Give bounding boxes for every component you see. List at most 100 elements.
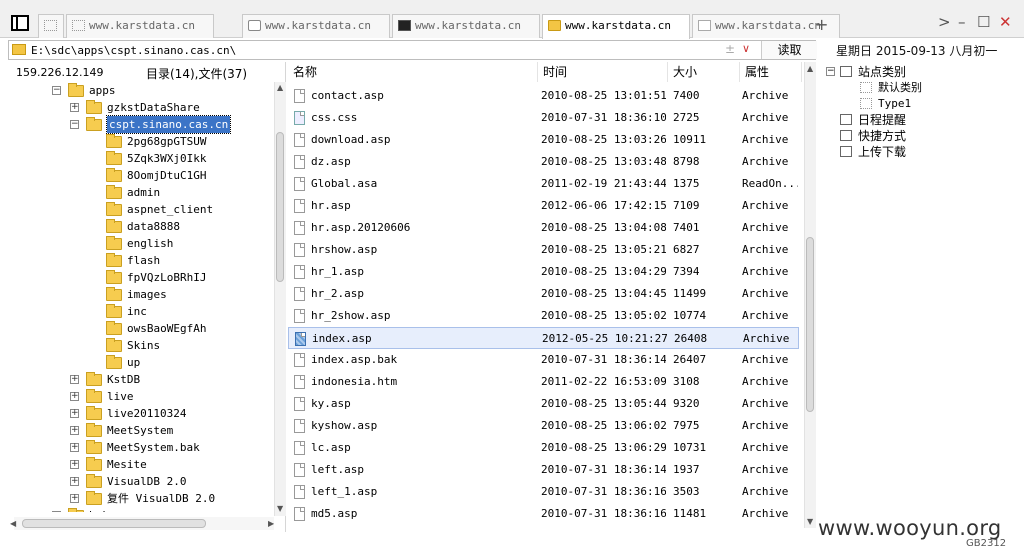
tree-node[interactable]: inc [8, 303, 274, 320]
file-row[interactable]: left.asp 2010-07-31 18:36:14 1937 Archive [288, 459, 799, 481]
file-row[interactable]: Global.asa 2011-02-19 21:43:44 1375 ReadOn.… [288, 173, 799, 195]
tree-node[interactable]: + KstDB [8, 371, 274, 388]
file-row[interactable]: kyshow.asp 2010-08-25 13:06:02 7975 Archive [288, 415, 799, 437]
expand-icon[interactable]: + [70, 375, 79, 384]
tree-hscroll-thumb[interactable] [22, 519, 206, 528]
collapse-icon[interactable]: − [70, 120, 79, 129]
file-row[interactable]: contact.asp 2010-08-25 13:01:51 7400 Archiv… [288, 85, 799, 107]
tab-3[interactable]: www.karstdata.cn [392, 14, 540, 38]
file-row[interactable]: download.asp 2010-08-25 13:03:26 10911 Arch… [288, 129, 799, 151]
file-row[interactable]: hrshow.asp 2010-08-25 13:05:21 6827 Archive [288, 239, 799, 261]
expand-icon[interactable]: + [70, 477, 79, 486]
file-row[interactable]: index.asp 2012-05-25 10:21:27 26408 Archive [288, 327, 799, 349]
tab-2[interactable]: www.karstdata.cn [242, 14, 390, 38]
tree-node[interactable]: flash [8, 252, 274, 269]
tree-node-label: MeetSystem.bak [107, 441, 200, 454]
file-row[interactable]: hr_1.asp 2010-08-25 13:04:29 7394 Archive [288, 261, 799, 283]
file-row[interactable]: index.asp.bak 2010-07-31 18:36:14 26407 Arc… [288, 349, 799, 371]
tree-node[interactable]: 5Zqk3WXj0Ikk [8, 150, 274, 167]
tree-node[interactable]: + MeetSystem.bak [8, 439, 274, 456]
file-attr: Archive [742, 287, 789, 300]
file-row[interactable]: md5.asp 2010-07-31 18:36:16 11481 Archive [288, 503, 799, 525]
file-row[interactable]: hr_2show.asp 2010-08-25 13:05:02 10774 Arch… [288, 305, 799, 327]
tree-node[interactable]: up [8, 354, 274, 371]
expand-icon[interactable]: + [70, 460, 79, 469]
file-time: 2010-08-25 13:06:02 [541, 419, 666, 432]
file-time: 2011-02-19 21:43:44 [541, 177, 666, 190]
scroll-up-icon[interactable]: ▲ [277, 83, 283, 92]
tree-node[interactable]: + 复件 VisualDB 2.0 [8, 490, 274, 507]
tree-node-label: MeetSystem [107, 424, 174, 437]
tree-node[interactable]: english [8, 235, 274, 252]
new-tab-button[interactable]: + [815, 16, 828, 34]
column-header-attr[interactable]: 属性 [740, 62, 802, 82]
tree-node[interactable]: aspnet_client [8, 201, 274, 218]
tree-node[interactable]: + live [8, 388, 274, 405]
collapse-icon[interactable]: − [52, 86, 61, 95]
shortcut-icon [840, 130, 852, 141]
tree-node[interactable]: fpVQzLoBRhIJ [8, 269, 274, 286]
scroll-down-icon[interactable]: ▼ [277, 504, 283, 513]
tree-node[interactable]: − bak [8, 507, 274, 512]
tab-4[interactable]: www.karstdata.cn [542, 14, 690, 39]
minimize-button[interactable]: – [958, 12, 966, 32]
maximize-button[interactable]: ☐ [977, 12, 990, 32]
column-header-size[interactable]: 大小 [668, 62, 740, 82]
tree-horizontal-scrollbar[interactable]: ◀ ▶ [10, 517, 274, 530]
tree-scroll-thumb[interactable] [276, 132, 284, 282]
close-button[interactable]: ✕ [999, 12, 1012, 32]
expand-icon[interactable]: + [70, 494, 79, 503]
tab-1[interactable]: www.karstdata.cn [66, 14, 214, 38]
address-bar[interactable]: E:\sdc\apps\cspt.sinano.cas.cn\ ± ∨ 读取 [8, 40, 817, 60]
tree-node[interactable]: 8OomjDtuC1GH [8, 167, 274, 184]
panel-toggle-icon[interactable] [11, 15, 29, 31]
tree-node[interactable]: + VisualDB 2.0 [8, 473, 274, 490]
file-list-scroll-thumb[interactable] [806, 237, 814, 412]
plus-minus-icon[interactable]: ± [725, 42, 735, 56]
scroll-left-icon[interactable]: ◀ [10, 519, 16, 528]
scroll-up-icon[interactable]: ▲ [807, 64, 813, 73]
file-attr: Archive [742, 243, 789, 256]
collapse-icon[interactable]: − [52, 511, 61, 512]
file-row[interactable]: hr.asp.20120606 2010-08-25 13:04:08 7401 Ar… [288, 217, 799, 239]
tree-vertical-scrollbar[interactable]: ▲ ▼ [274, 82, 286, 516]
tree-node[interactable]: − cspt.sinano.cas.cn [8, 115, 274, 134]
tree-node[interactable]: + Mesite [8, 456, 274, 473]
read-button[interactable]: 读取 [761, 41, 817, 59]
file-list-vertical-scrollbar[interactable]: ▲ ▼ [804, 62, 816, 528]
tree-node[interactable]: + gzkstDataShare [8, 99, 274, 116]
scroll-right-icon[interactable]: ▶ [268, 519, 274, 528]
collapse-icon[interactable]: − [826, 67, 835, 76]
tree-node[interactable]: images [8, 286, 274, 303]
expand-icon[interactable]: + [70, 103, 79, 112]
category-icon [860, 82, 872, 93]
file-size: 8798 [673, 155, 700, 168]
tree-node[interactable]: owsBaoWEgfAh [8, 320, 274, 337]
file-row[interactable]: hr.asp 2012-06-06 17:42:15 7109 Archive [288, 195, 799, 217]
tree-node[interactable]: + live20110324 [8, 405, 274, 422]
tree-node[interactable]: − apps [8, 82, 274, 99]
file-row[interactable]: dz.asp 2010-08-25 13:03:48 8798 Archive [288, 151, 799, 173]
tree-node[interactable]: data8888 [8, 218, 274, 235]
chevron-right-icon[interactable]: > [938, 12, 951, 32]
scroll-down-icon[interactable]: ▼ [807, 517, 813, 526]
tree-node[interactable]: Skins [8, 337, 274, 354]
tree-node[interactable]: admin [8, 184, 274, 201]
tab-0[interactable] [38, 14, 64, 38]
file-row[interactable]: lc.asp 2010-08-25 13:06:29 10731 Archive [288, 437, 799, 459]
tree-node[interactable]: 2pg68gpGTSUW [8, 133, 274, 150]
chevron-down-icon[interactable]: ∨ [742, 42, 750, 55]
file-row[interactable]: indonesia.htm 2011-02-22 16:53:09 3108 Arch… [288, 371, 799, 393]
column-header-name[interactable]: 名称 [288, 62, 538, 82]
file-row[interactable]: css.css 2010-07-31 18:36:10 2725 Archive [288, 107, 799, 129]
tree-node[interactable]: + MeetSystem [8, 422, 274, 439]
expand-icon[interactable]: + [70, 409, 79, 418]
expand-icon[interactable]: + [70, 443, 79, 452]
address-input[interactable]: E:\sdc\apps\cspt.sinano.cas.cn\ [31, 44, 236, 57]
expand-icon[interactable]: + [70, 392, 79, 401]
file-row[interactable]: hr_2.asp 2010-08-25 13:04:45 11499 Archive [288, 283, 799, 305]
file-row[interactable]: left_1.asp 2010-07-31 18:36:16 3503 Archive [288, 481, 799, 503]
column-header-time[interactable]: 时间 [538, 62, 668, 82]
file-row[interactable]: ky.asp 2010-08-25 13:05:44 9320 Archive [288, 393, 799, 415]
expand-icon[interactable]: + [70, 426, 79, 435]
